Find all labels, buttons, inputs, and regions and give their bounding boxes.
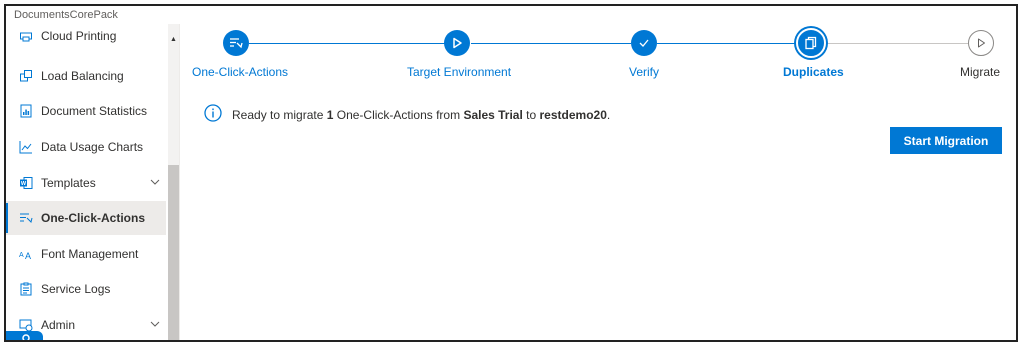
step-connector: [471, 43, 631, 44]
one-click-actions-icon: [19, 211, 33, 225]
sidebar-item-label: Cloud Printing: [41, 29, 117, 43]
settings-tab[interactable]: [6, 331, 43, 340]
check-icon: [639, 39, 649, 47]
word-template-icon: W: [19, 176, 33, 190]
cloud-printing-icon: [19, 29, 33, 43]
step-connector: [826, 43, 968, 44]
step-one-click-actions[interactable]: [223, 30, 249, 56]
step-migrate[interactable]: [968, 30, 994, 56]
sidebar-item-label: Font Management: [41, 247, 139, 261]
font-icon: AA: [19, 247, 33, 261]
step-duplicates[interactable]: [796, 28, 826, 58]
step-connector: [249, 43, 445, 44]
source-environment: Sales Trial: [463, 107, 523, 122]
one-click-actions-icon: [230, 38, 243, 49]
start-migration-button[interactable]: Start Migration: [890, 127, 1002, 154]
chevron-down-icon[interactable]: [150, 176, 160, 190]
sidebar-item-one-click-actions[interactable]: One-Click-Actions: [6, 201, 166, 235]
sidebar-item-document-statistics[interactable]: Document Statistics: [6, 94, 166, 128]
message-text: Ready to migrate 1 One-Click-Actions fro…: [232, 107, 611, 122]
chevron-down-icon[interactable]: [150, 318, 160, 332]
play-icon: [978, 38, 985, 48]
step-label: Duplicates: [783, 65, 844, 79]
sidebar-item-label: Service Logs: [41, 282, 111, 296]
svg-text:A: A: [25, 251, 31, 261]
step-label: Target Environment: [407, 65, 512, 79]
step-label: Migrate: [960, 65, 1001, 79]
sidebar-item-label: Document Statistics: [41, 104, 148, 118]
sidebar-item-data-usage-charts[interactable]: Data Usage Charts: [6, 130, 166, 164]
step-connector: [657, 43, 796, 44]
sidebar-item-service-logs[interactable]: Service Logs: [6, 272, 166, 306]
duplicates-icon: [805, 36, 817, 50]
step-target-environment[interactable]: [444, 30, 470, 56]
step-verify[interactable]: [631, 30, 657, 56]
sidebar-item-label: One-Click-Actions: [41, 211, 146, 225]
target-environment: restdemo20: [539, 107, 607, 122]
svg-text:W: W: [21, 181, 27, 187]
sidebar-scrollbar-thumb[interactable]: [168, 165, 179, 340]
app-title: DocumentsCorePack: [14, 9, 118, 21]
document-statistics-icon: [19, 104, 33, 118]
sidebar-item-load-balancing[interactable]: Load Balancing: [6, 59, 166, 93]
step-label: One-Click-Actions: [192, 65, 289, 79]
sidebar-item-cloud-printing[interactable]: Cloud Printing: [6, 24, 166, 49]
svg-text:A: A: [19, 252, 24, 259]
sidebar: Cloud Printing Load Balancing Document S…: [6, 24, 180, 340]
info-icon: [204, 104, 222, 125]
line-chart-icon: [19, 140, 33, 154]
log-icon: [19, 282, 33, 296]
sidebar-item-label: Load Balancing: [41, 69, 124, 83]
sidebar-item-font-management[interactable]: AA Font Management: [6, 237, 166, 271]
migration-info-message: Ready to migrate 1 One-Click-Actions fro…: [204, 104, 610, 125]
play-icon: [453, 37, 462, 49]
sidebar-item-label: Templates: [41, 176, 96, 190]
sidebar-item-label: Admin: [41, 318, 76, 332]
sidebar-item-label: Data Usage Charts: [41, 140, 144, 154]
sidebar-item-templates[interactable]: W Templates: [6, 166, 166, 200]
scroll-up-arrow-icon[interactable]: ▲: [168, 34, 179, 45]
app-window: DocumentsCorePack Cloud Printing Load Ba…: [4, 4, 1018, 342]
load-balancing-icon: [19, 69, 33, 83]
step-label: Verify: [629, 65, 660, 79]
admin-icon: [19, 318, 33, 332]
